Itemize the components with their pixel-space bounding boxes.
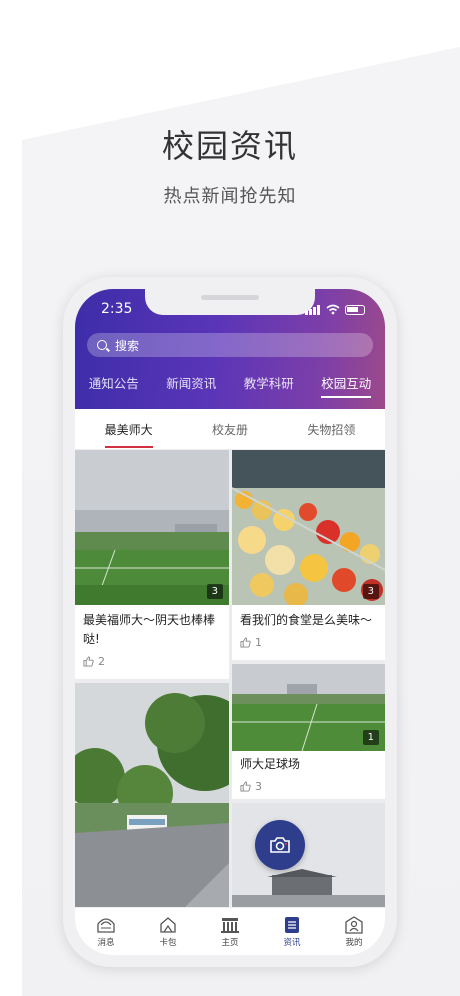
signal-icon	[305, 296, 321, 315]
nav-label: 主页	[221, 938, 239, 948]
card-wallet-icon	[160, 917, 176, 933]
phone-screen: 2:35 搜索 通知公告 新闻资讯 教学科研 校园互动 最美师大 校友册 失物招…	[75, 289, 385, 955]
post-photo: 1	[232, 664, 385, 751]
post-feed: 3 最美福师大～阴天也棒棒哒! 2 3 看我们的食堂是么美味～ 1 1 师大足球…	[75, 450, 385, 907]
nav-label: 消息	[97, 938, 115, 948]
post-title: 看我们的食堂是么美味～	[240, 613, 373, 627]
thumb-up-icon	[240, 781, 251, 792]
subtab-alumni[interactable]: 校友册	[212, 411, 248, 448]
post-card[interactable]	[75, 683, 229, 907]
news-icon	[285, 917, 299, 933]
home-building-icon	[221, 918, 239, 933]
like-count: 1	[255, 636, 262, 649]
thumb-up-icon	[240, 637, 251, 648]
photo-count-badge: 1	[362, 730, 379, 745]
nav-profile[interactable]: 我的	[329, 908, 379, 955]
tab-teaching-research[interactable]: 教学科研	[244, 373, 294, 398]
nav-messages[interactable]: 消息	[81, 908, 131, 955]
nav-news[interactable]: 资讯	[267, 908, 317, 955]
status-time: 2:35	[101, 301, 133, 317]
post-card[interactable]: 3 看我们的食堂是么美味～ 1	[232, 450, 385, 660]
tab-news[interactable]: 新闻资讯	[166, 373, 216, 398]
nav-label: 卡包	[159, 938, 177, 948]
subtab-beautiful-campus[interactable]: 最美师大	[104, 411, 153, 448]
phone-frame: 2:35 搜索 通知公告 新闻资讯 教学科研 校园互动 最美师大 校友册 失物招…	[63, 277, 397, 967]
message-icon	[97, 918, 115, 933]
post-card[interactable]: 1 师大足球场 3	[232, 664, 385, 799]
speaker-grille	[201, 295, 259, 300]
post-card[interactable]: 3 最美福师大～阴天也棒棒哒! 2	[75, 450, 229, 679]
like-button[interactable]: 1	[240, 636, 262, 649]
like-count: 3	[255, 780, 262, 793]
battery-icon	[345, 305, 365, 315]
nav-card-wallet[interactable]: 卡包	[143, 908, 193, 955]
post-photo: 3	[75, 450, 229, 605]
post-title: 最美福师大～阴天也棒棒哒!	[83, 613, 216, 646]
nav-label: 资讯	[283, 938, 301, 948]
camera-button[interactable]	[255, 820, 305, 870]
promo-title: 校园资讯	[161, 127, 298, 165]
profile-icon	[345, 916, 363, 934]
promo-subtitle: 热点新闻抢先知	[163, 186, 297, 207]
photo-count-badge: 3	[206, 584, 223, 599]
status-icons	[305, 303, 365, 315]
post-photo	[75, 683, 229, 907]
search-bar[interactable]: 搜索	[87, 333, 373, 357]
nav-label: 我的	[345, 938, 363, 948]
nav-home[interactable]: 主页	[205, 908, 255, 955]
search-icon	[97, 340, 107, 350]
post-photo: 3	[232, 450, 385, 605]
post-photo	[232, 803, 385, 907]
category-tabs: 通知公告 新闻资讯 教学科研 校园互动	[75, 373, 385, 398]
tab-notices[interactable]: 通知公告	[89, 373, 139, 398]
bottom-nav: 消息 卡包 主页 资讯 我的	[75, 907, 385, 955]
subtab-lost-found[interactable]: 失物招领	[307, 411, 355, 448]
like-button[interactable]: 2	[83, 655, 105, 668]
camera-icon	[270, 837, 290, 853]
tab-campus-interaction[interactable]: 校园互动	[321, 373, 372, 398]
thumb-up-icon	[83, 656, 94, 667]
post-title: 师大足球场	[240, 757, 301, 771]
sub-tabs: 最美师大 校友册 失物招领	[75, 409, 385, 450]
search-placeholder: 搜索	[115, 338, 140, 353]
notch	[145, 289, 315, 315]
photo-count-badge: 3	[362, 584, 379, 599]
post-card[interactable]	[232, 803, 385, 907]
like-button[interactable]: 3	[240, 780, 262, 793]
app-header: 2:35 搜索 通知公告 新闻资讯 教学科研 校园互动	[75, 289, 385, 409]
wifi-icon	[326, 304, 340, 315]
like-count: 2	[98, 655, 105, 668]
